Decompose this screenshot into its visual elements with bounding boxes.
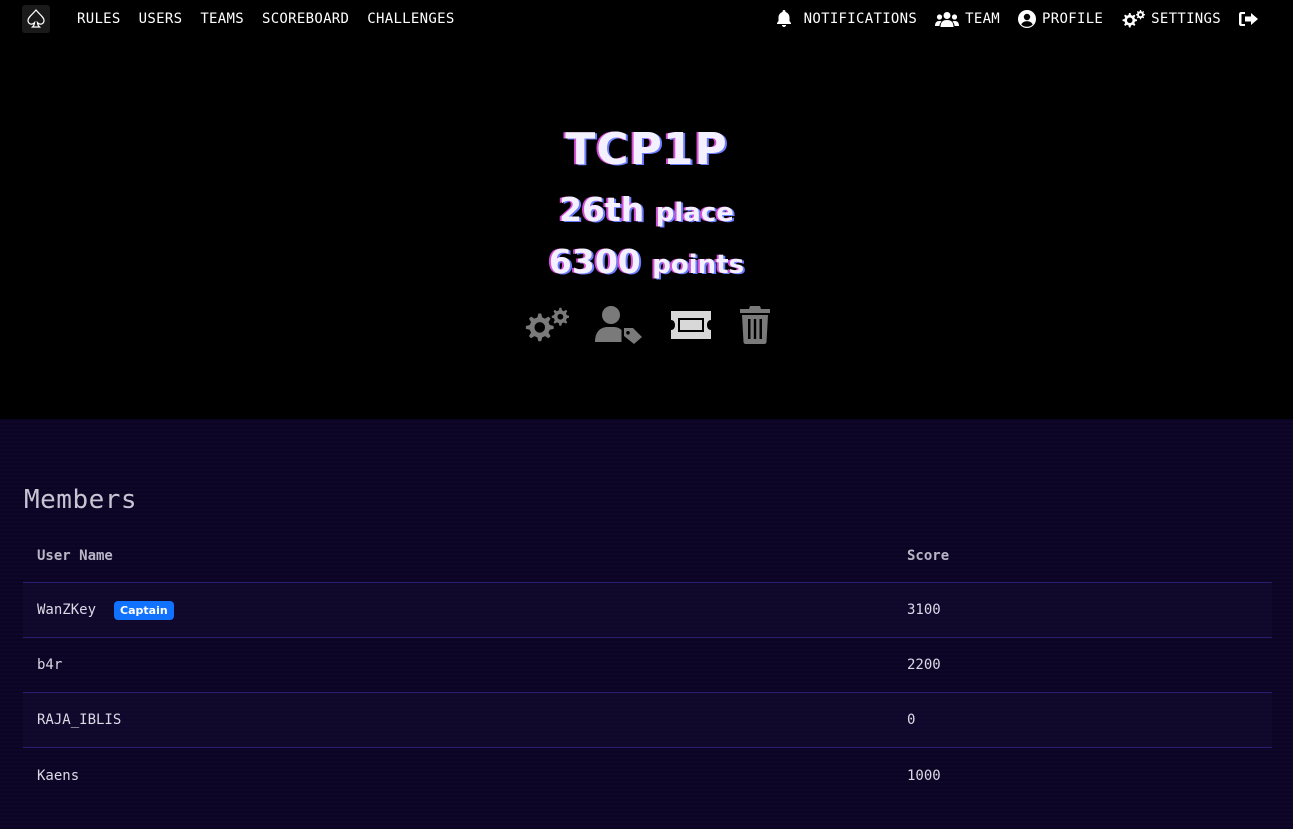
navbar: RULES USERS TEAMS SCOREBOARD CHALLENGES … — [0, 0, 1293, 40]
site-logo[interactable] — [22, 5, 50, 33]
nav-notifications[interactable]: NOTIFICATIONS — [776, 10, 917, 28]
members-section: Members User Name Score WanZKey Captain … — [0, 419, 1293, 829]
team-actions — [0, 306, 1293, 344]
team-points-label: points — [652, 250, 745, 280]
table-row: WanZKey Captain 3100 — [23, 583, 1272, 638]
nav-left: RULES USERS TEAMS SCOREBOARD CHALLENGES — [77, 11, 455, 27]
nav-challenges[interactable]: CHALLENGES — [367, 11, 454, 27]
table-header: User Name Score — [23, 529, 1272, 583]
nav-team[interactable]: TEAM — [935, 11, 1000, 27]
team-points: 6300 points — [0, 242, 1293, 281]
nav-profile[interactable]: PROFILE — [1018, 10, 1103, 28]
member-name-link[interactable]: b4r — [37, 657, 62, 673]
table-row: b4r 2200 — [23, 638, 1272, 693]
members-title: Members — [24, 485, 138, 515]
team-invite-button[interactable] — [669, 309, 713, 341]
team-points-value: 6300 — [548, 242, 641, 281]
nav-settings-label: SETTINGS — [1151, 11, 1221, 27]
member-name-link[interactable]: RAJA_IBLIS — [37, 712, 121, 728]
team-place-value: 26th — [559, 190, 645, 229]
members-table: User Name Score WanZKey Captain 3100 b4r… — [23, 529, 1272, 803]
table-row: RAJA_IBLIS 0 — [23, 693, 1272, 748]
captain-badge: Captain — [114, 600, 174, 620]
team-place-label: place — [655, 198, 734, 228]
member-score: 3100 — [907, 602, 941, 618]
team-name: TCP1P — [565, 124, 728, 175]
users-icon — [935, 12, 960, 27]
nav-profile-label: PROFILE — [1042, 11, 1104, 27]
member-score: 2200 — [907, 657, 941, 673]
nav-teams[interactable]: TEAMS — [200, 11, 244, 27]
gears-icon — [525, 307, 569, 342]
trash-icon — [739, 306, 770, 344]
nav-scoreboard[interactable]: SCOREBOARD — [262, 11, 349, 27]
cogs-icon — [1122, 10, 1146, 28]
ticket-icon — [670, 311, 711, 339]
nav-team-label: TEAM — [965, 11, 1001, 27]
nav-logout[interactable] — [1239, 11, 1259, 27]
user-tag-icon — [594, 306, 642, 344]
column-score: Score — [907, 547, 950, 564]
team-place: 26th place — [0, 190, 1293, 229]
spade-logo-icon — [27, 9, 45, 28]
team-settings-button[interactable] — [523, 306, 569, 344]
member-score: 1000 — [907, 767, 941, 784]
user-circle-icon — [1018, 10, 1037, 28]
team-hero: TCP1P 26th place 6300 points — [0, 40, 1293, 419]
bell-icon — [776, 10, 791, 27]
member-name-link[interactable]: WanZKey — [37, 602, 96, 618]
member-score: 0 — [907, 712, 916, 728]
table-row: Kaens 1000 — [23, 748, 1272, 803]
sign-out-icon — [1239, 12, 1258, 26]
team-captain-button[interactable] — [594, 306, 643, 344]
nav-settings[interactable]: SETTINGS — [1121, 10, 1221, 28]
nav-right: NOTIFICATIONS TEAM PROFILE SETTINGS — [776, 10, 1259, 28]
member-name-link[interactable]: Kaens — [37, 768, 79, 784]
team-delete-button[interactable] — [739, 306, 771, 344]
nav-notifications-label: NOTIFICATIONS — [803, 11, 918, 27]
column-user-name: User Name — [37, 547, 113, 564]
nav-users[interactable]: USERS — [139, 11, 183, 27]
nav-rules[interactable]: RULES — [77, 11, 121, 27]
